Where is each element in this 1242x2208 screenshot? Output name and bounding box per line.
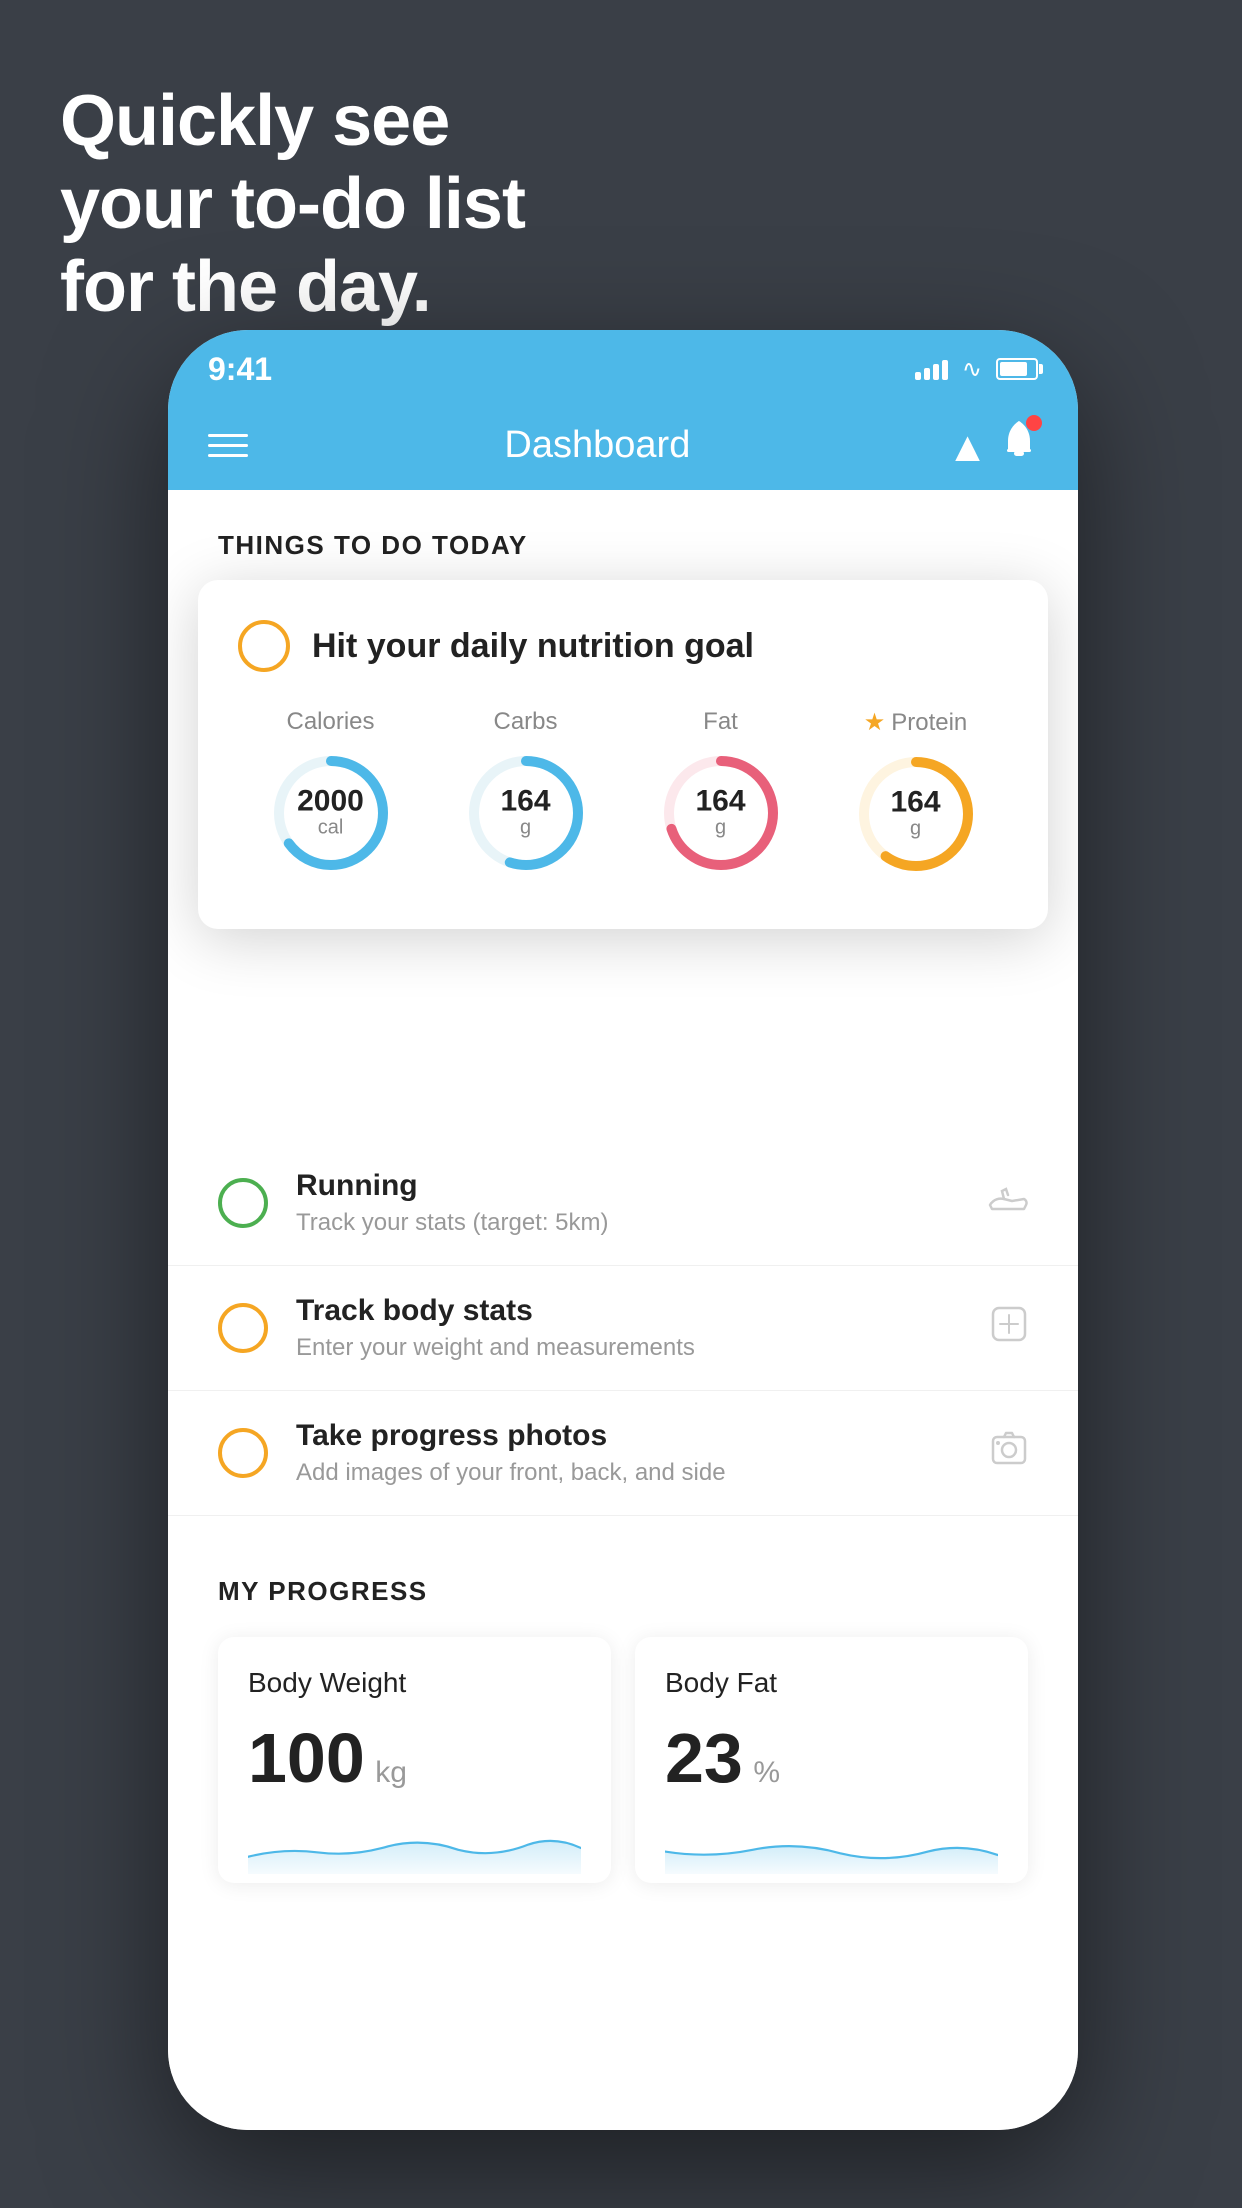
nutrition-protein: ★ Protein 164 g [851, 708, 981, 879]
task-circle-running [218, 1178, 268, 1228]
hero-line2: your to-do list [60, 163, 525, 246]
fat-unit: g [695, 817, 745, 840]
task-title-running: Running [296, 1169, 960, 1203]
phone-shell: 9:41 ∿ Dashboard ▲ [168, 330, 1078, 2130]
scale-icon [990, 1305, 1028, 1352]
card-header: Hit your daily nutrition goal [238, 620, 1008, 672]
notification-dot [1026, 415, 1042, 431]
calories-unit: cal [297, 817, 364, 840]
body-weight-title: Body Weight [248, 1667, 581, 1699]
circle-check-icon [238, 620, 290, 672]
task-subtitle-running: Track your stats (target: 5km) [296, 1209, 960, 1237]
task-item-progress-photos[interactable]: Take progress photos Add images of your … [168, 1391, 1078, 1516]
progress-header: MY PROGRESS [218, 1576, 1028, 1607]
task-item-body-stats[interactable]: Track body stats Enter your weight and m… [168, 1266, 1078, 1391]
body-fat-card[interactable]: Body Fat 23 % [635, 1637, 1028, 1883]
body-weight-chart [248, 1813, 581, 1883]
nutrition-fat: Fat 164 g [656, 708, 786, 878]
body-weight-value-row: 100 kg [248, 1723, 581, 1793]
nutrition-calories: Calories 2000 cal [266, 708, 396, 878]
hero-line1: Quickly see [60, 80, 525, 163]
carbs-label: Carbs [493, 708, 557, 736]
battery-icon [996, 358, 1038, 380]
bell-icon: ▲ [947, 423, 1038, 470]
task-title-body-stats: Track body stats [296, 1294, 962, 1328]
task-title-photos: Take progress photos [296, 1419, 962, 1453]
task-info-photos: Take progress photos Add images of your … [296, 1419, 962, 1487]
photo-icon [990, 1430, 1028, 1477]
calories-label: Calories [286, 708, 374, 736]
nav-title: Dashboard [504, 424, 690, 467]
notification-bell-button[interactable]: ▲ [947, 419, 1038, 471]
body-weight-unit: kg [375, 1756, 407, 1789]
status-time: 9:41 [208, 351, 272, 388]
nav-bar: Dashboard ▲ [168, 400, 1078, 490]
section-header: THINGS TO DO TODAY [168, 490, 1078, 581]
calories-value: 2000 [297, 787, 364, 817]
signal-icon [915, 358, 948, 380]
body-weight-card[interactable]: Body Weight 100 kg [218, 1637, 611, 1883]
progress-section: MY PROGRESS Body Weight 100 kg [168, 1576, 1078, 1883]
task-subtitle-body-stats: Enter your weight and measurements [296, 1334, 962, 1362]
fat-value: 164 [695, 787, 745, 817]
hamburger-menu[interactable] [208, 434, 248, 457]
task-circle-photos [218, 1428, 268, 1478]
task-item-running[interactable]: Running Track your stats (target: 5km) [168, 1141, 1078, 1266]
wifi-icon: ∿ [962, 355, 982, 384]
body-weight-value: 100 [248, 1719, 365, 1797]
body-fat-unit: % [753, 1756, 780, 1789]
nutrition-carbs: Carbs 164 g [461, 708, 591, 878]
body-fat-value-row: 23 % [665, 1723, 998, 1793]
content-area: THINGS TO DO TODAY Hit your daily nutrit… [168, 490, 1078, 2130]
task-info-running: Running Track your stats (target: 5km) [296, 1169, 960, 1237]
task-subtitle-photos: Add images of your front, back, and side [296, 1459, 962, 1487]
body-fat-value: 23 [665, 1719, 743, 1797]
carbs-value: 164 [500, 787, 550, 817]
shoe-icon [988, 1182, 1028, 1224]
task-info-body-stats: Track body stats Enter your weight and m… [296, 1294, 962, 1362]
body-fat-chart [665, 1813, 998, 1883]
hero-line3: for the day. [60, 246, 525, 329]
carbs-unit: g [500, 817, 550, 840]
task-list: Running Track your stats (target: 5km) T… [168, 1141, 1078, 1516]
fat-label: Fat [703, 708, 738, 736]
status-icons: ∿ [915, 355, 1038, 384]
progress-cards: Body Weight 100 kg [218, 1637, 1028, 1883]
card-title: Hit your daily nutrition goal [312, 627, 754, 666]
protein-label: ★ Protein [864, 708, 968, 737]
protein-unit: g [890, 818, 940, 841]
hero-text: Quickly see your to-do list for the day. [60, 80, 525, 328]
body-fat-title: Body Fat [665, 1667, 998, 1699]
carbs-donut: 164 g [461, 748, 591, 878]
star-icon: ★ [864, 708, 886, 737]
nutrition-goal-card[interactable]: Hit your daily nutrition goal Calories 2… [198, 580, 1048, 929]
fat-donut: 164 g [656, 748, 786, 878]
protein-value: 164 [890, 788, 940, 818]
calories-donut: 2000 cal [266, 748, 396, 878]
status-bar: 9:41 ∿ [168, 330, 1078, 400]
task-circle-body-stats [218, 1303, 268, 1353]
nutrition-grid: Calories 2000 cal Carbs [238, 708, 1008, 879]
protein-donut: 164 g [851, 749, 981, 879]
